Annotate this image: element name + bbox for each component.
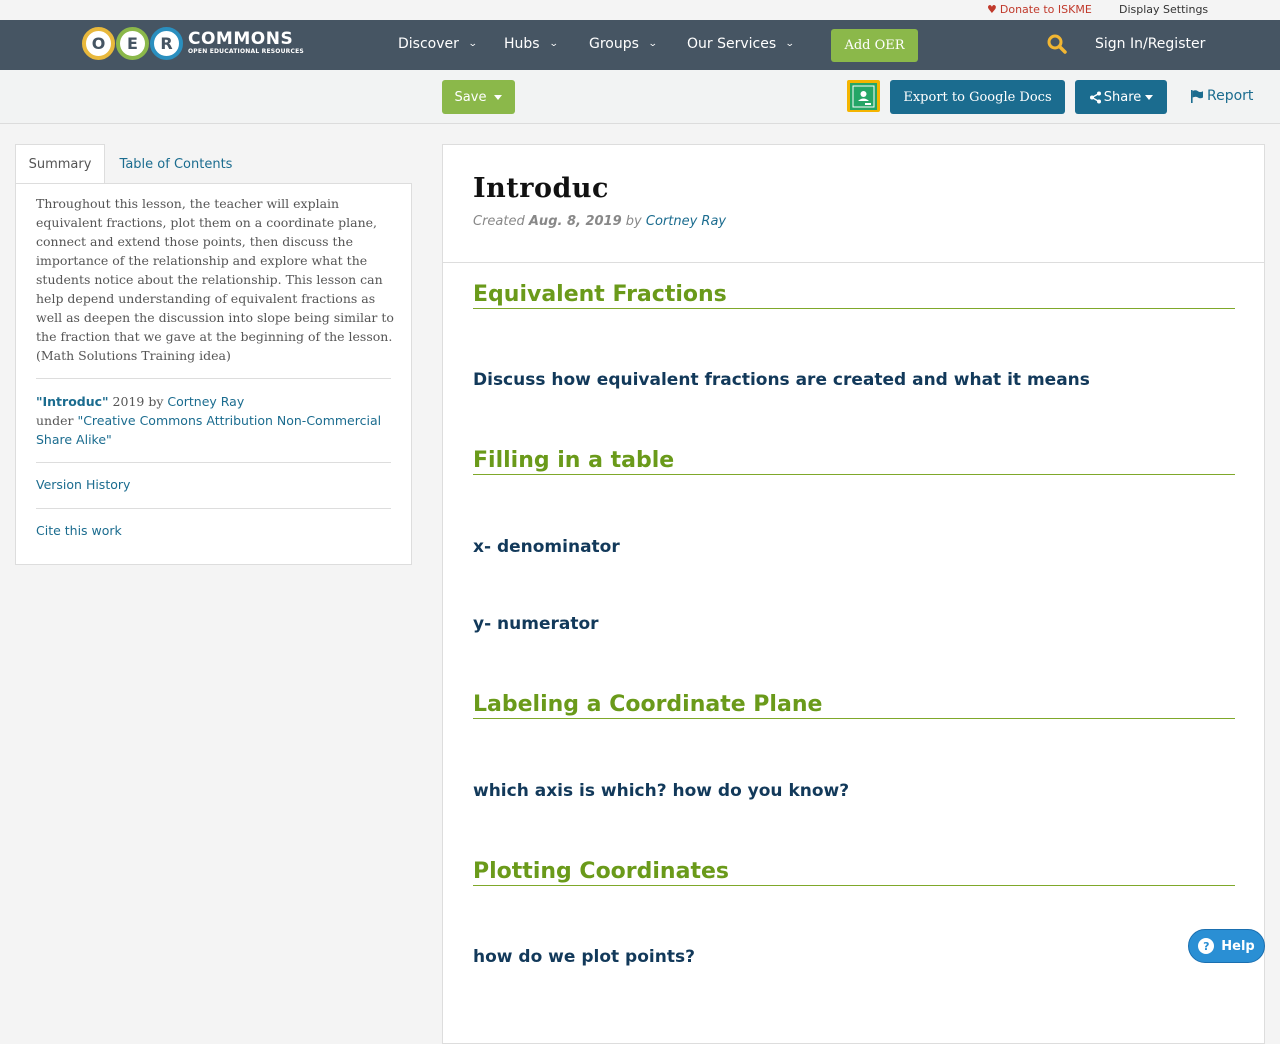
chevron-down-icon: ⌄ (467, 39, 478, 49)
section-text: which axis is which? how do you know? (473, 781, 850, 801)
sign-in-register-link[interactable]: Sign In/Register (1095, 36, 1205, 52)
help-button[interactable]: ? Help (1188, 929, 1265, 963)
display-settings-link[interactable]: Display Settings (1119, 3, 1208, 16)
attribution: "Introduc" 2019 by Cortney Ray under "Cr… (36, 392, 396, 449)
summary-panel: Throughout this lesson, the teacher will… (15, 183, 412, 565)
logo-wordmark: COMMONS OPEN EDUCATIONAL RESOURCES (188, 29, 304, 56)
attribution-author-link[interactable]: Cortney Ray (167, 394, 244, 409)
resource-action-bar: Save Export to Google Docs Share Report (0, 70, 1280, 124)
created-info: Created Aug. 8, 2019 by Cortney Ray (473, 214, 726, 229)
search-icon[interactable] (1047, 34, 1067, 54)
share-icon (1089, 91, 1101, 103)
section-text: Discuss how equivalent fractions are cre… (473, 370, 1090, 390)
logo-letter-e: E (116, 26, 149, 60)
logo-tagline: OPEN EDUCATIONAL RESOURCES (188, 48, 304, 55)
heart-icon: ♥ (987, 3, 997, 16)
export-to-google-docs-button[interactable]: Export to Google Docs (890, 80, 1065, 114)
attribution-under: under (36, 413, 78, 428)
logo-letter-o: O (82, 26, 115, 60)
created-by: by (621, 214, 646, 229)
nav-our-services[interactable]: Our Services ⌄ (687, 36, 795, 52)
divider (36, 508, 391, 509)
document-header: Introduc Created Aug. 8, 2019 by Cortney… (443, 145, 1264, 263)
attribution-year: 2019 by (108, 394, 168, 409)
google-classroom-button[interactable] (847, 80, 880, 112)
tab-table-of-contents[interactable]: Table of Contents (105, 144, 247, 184)
document-card: Introduc Created Aug. 8, 2019 by Cortney… (442, 144, 1265, 1044)
chevron-down-icon: ⌄ (647, 39, 658, 49)
summary-text: Throughout this lesson, the teacher will… (36, 196, 394, 363)
document-title: Introduc (473, 173, 609, 204)
section-heading: Filling in a table (473, 448, 1235, 475)
main-navbar: O E R COMMONS OPEN EDUCATIONAL RESOURCES… (0, 20, 1280, 70)
divider (36, 378, 391, 379)
nav-discover[interactable]: Discover ⌄ (398, 36, 478, 52)
nav-hubs-label: Hubs (504, 36, 540, 52)
section-text: y- numerator (473, 614, 599, 634)
share-button[interactable]: Share (1075, 80, 1167, 114)
nav-discover-label: Discover (398, 36, 459, 52)
attribution-title-link[interactable]: "Introduc" (36, 394, 109, 409)
nav-groups-label: Groups (589, 36, 639, 52)
add-oer-button[interactable]: Add OER (831, 29, 918, 62)
created-prefix: Created (473, 214, 529, 229)
question-icon: ? (1198, 938, 1215, 954)
utility-bar: ♥ Donate to ISKME Display Settings (0, 0, 1280, 20)
nav-hubs[interactable]: Hubs ⌄ (504, 36, 559, 52)
divider (36, 462, 391, 463)
logo-word: COMMONS (188, 29, 294, 49)
oer-commons-logo[interactable]: O E R COMMONS OPEN EDUCATIONAL RESOURCES (82, 26, 304, 60)
donate-link[interactable]: ♥ Donate to ISKME (987, 3, 1092, 16)
section-heading: Labeling a Coordinate Plane (473, 692, 1235, 719)
report-link[interactable]: Report (1190, 88, 1253, 104)
section-text: how do we plot points? (473, 947, 695, 967)
google-classroom-icon (850, 82, 877, 110)
nav-our-services-label: Our Services (687, 36, 777, 52)
license-link[interactable]: "Creative Commons Attribution Non-Commer… (36, 413, 381, 447)
chevron-down-icon: ⌄ (548, 39, 559, 49)
tab-summary[interactable]: Summary (15, 144, 105, 184)
cite-this-work-link[interactable]: Cite this work (36, 523, 122, 538)
nav-groups[interactable]: Groups ⌄ (589, 36, 658, 52)
caret-down-icon (1145, 94, 1154, 100)
logo-letter-r: R (150, 26, 183, 60)
share-label: Share (1103, 89, 1142, 105)
chevron-down-icon: ⌄ (785, 39, 795, 49)
section-text: x- denominator (473, 537, 620, 557)
save-button[interactable]: Save (442, 80, 515, 114)
caret-down-icon (494, 94, 503, 100)
save-label: Save (454, 89, 487, 105)
author-link[interactable]: Cortney Ray (646, 214, 726, 229)
section-heading: Plotting Coordinates (473, 859, 1235, 886)
help-label: Help (1221, 938, 1255, 954)
flag-icon (1191, 89, 1203, 103)
sidebar-tabs: Summary Table of Contents (15, 144, 412, 184)
version-history-link[interactable]: Version History (36, 477, 130, 492)
created-date: Aug. 8, 2019 (528, 214, 622, 229)
report-label: Report (1207, 88, 1254, 104)
donate-label: Donate to ISKME (999, 3, 1092, 16)
section-heading: Equivalent Fractions (473, 282, 1235, 309)
